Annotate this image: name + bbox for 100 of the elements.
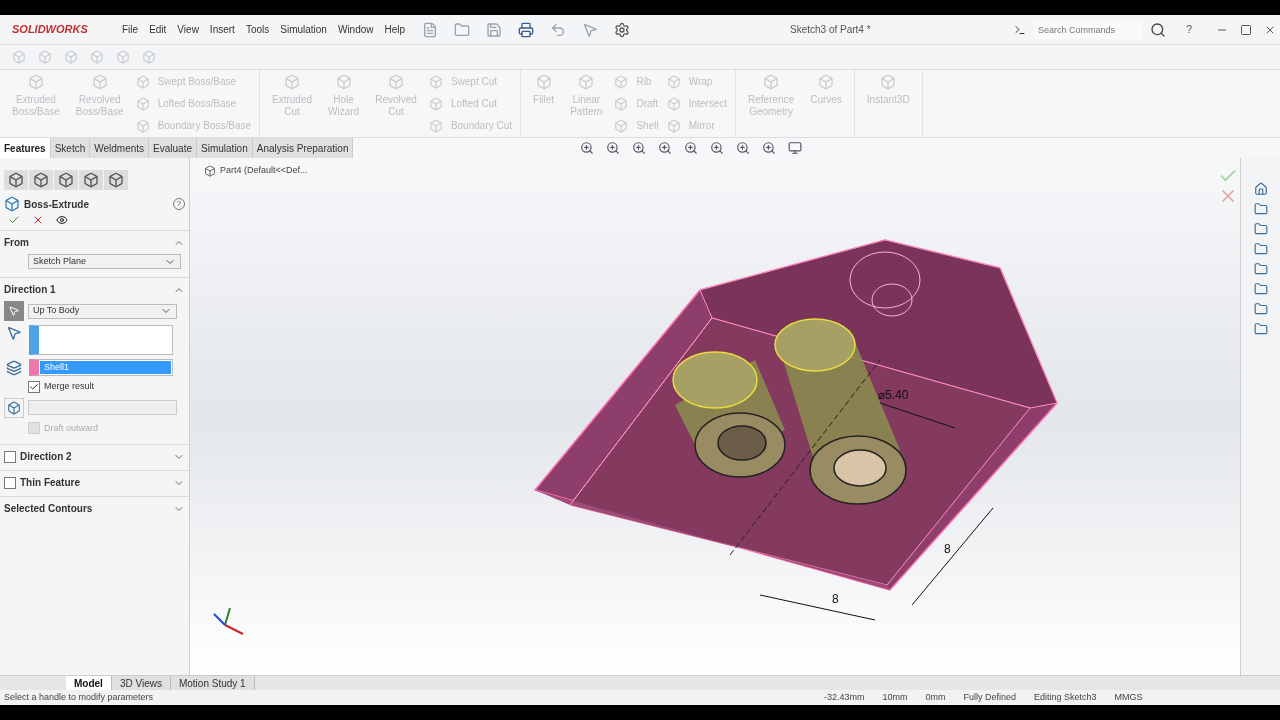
manager-tab-icon[interactable] (104, 170, 128, 190)
command-icon (1014, 23, 1026, 36)
checkbox-label: Merge result (44, 380, 95, 393)
feature-icon (428, 118, 443, 133)
display-icon[interactable] (788, 141, 802, 155)
feature-icon (763, 74, 780, 90)
feature-tree-root[interactable]: Part4 (Default<<Def... (220, 164, 308, 178)
search-field[interactable]: Search Commands (1034, 20, 1142, 39)
view-toolbar-icon[interactable] (658, 141, 672, 155)
new-document-icon[interactable] (422, 21, 438, 38)
feature-icon (614, 74, 629, 89)
menu-item[interactable]: File (118, 22, 143, 37)
feature-icon (880, 74, 897, 90)
feature-icon (428, 96, 443, 111)
feature-icon (135, 118, 150, 133)
checkbox[interactable] (4, 450, 16, 463)
section-header[interactable]: Direction 2 (0, 444, 189, 468)
dropdown[interactable]: Sketch Plane (28, 254, 181, 269)
part-icon (204, 164, 216, 177)
triad-icon (213, 607, 244, 635)
extrude-icon (4, 196, 20, 212)
view-toolbar-icon[interactable] (632, 141, 646, 155)
task-pane-icon[interactable] (1253, 322, 1268, 336)
bottom-tab[interactable]: Model (66, 675, 112, 691)
manager-tab-icon[interactable] (79, 170, 103, 190)
menu-item[interactable]: Window (333, 22, 378, 37)
menu-item[interactable]: Help (380, 22, 410, 37)
section-title: Selected Contours (4, 502, 93, 516)
open-icon[interactable] (454, 21, 470, 38)
feature-icon (91, 74, 108, 90)
menu-item[interactable]: Simulation (276, 22, 331, 37)
section-title: Thin Feature (20, 476, 80, 490)
checkbox[interactable] (4, 476, 16, 489)
dimension-label[interactable]: 8 (832, 592, 839, 606)
command-tab[interactable]: Features (0, 138, 51, 158)
task-pane-icon[interactable] (1253, 282, 1268, 296)
settings-icon[interactable] (614, 21, 630, 38)
menu-item[interactable]: Tools (241, 22, 274, 37)
command-tab[interactable]: Analysis Preparation (252, 138, 354, 158)
view-toolbar-icon[interactable] (684, 141, 698, 155)
preview-icon[interactable] (56, 214, 68, 226)
panel-title: Boss-Extrude (24, 197, 89, 212)
view-toolbar-icon[interactable] (710, 141, 724, 155)
print-icon[interactable] (518, 21, 534, 38)
dimension-label[interactable]: 8 (944, 542, 951, 556)
view-toolbar-icon[interactable] (736, 141, 750, 155)
bottom-tab[interactable]: 3D Views (111, 675, 171, 691)
task-pane-icon[interactable] (1253, 222, 1268, 236)
command-tab[interactable]: Evaluate (149, 138, 198, 158)
manager-tab-icon[interactable] (4, 170, 28, 190)
status-field: Fully Defined (954, 690, 1026, 705)
menu-item[interactable]: Edit (145, 22, 171, 37)
ok-icon[interactable] (8, 214, 20, 226)
checkbox[interactable] (28, 380, 40, 393)
status-field: Editing Sketch3 (1025, 690, 1106, 705)
task-pane-icon[interactable] (1253, 242, 1268, 256)
status-field: -32.43mm (815, 690, 874, 705)
select-icon[interactable] (582, 21, 598, 38)
view-toolbar-icon[interactable] (762, 141, 776, 155)
checkbox-label: Draft outward (44, 421, 99, 435)
search-icon (1150, 21, 1166, 38)
command-tab[interactable]: Weldments (90, 138, 150, 158)
menu-item[interactable]: View (173, 22, 203, 37)
selection-list[interactable] (29, 325, 173, 355)
status-field: 0mm (916, 690, 955, 705)
section-title: Direction 1 (4, 283, 56, 297)
cancel-icon[interactable] (32, 214, 44, 226)
manager-tab-icon[interactable] (54, 170, 78, 190)
command-tab[interactable]: Sketch (50, 138, 91, 158)
manager-tab-icon[interactable] (29, 170, 53, 190)
feature-icon (818, 74, 834, 90)
section-title: Direction 2 (20, 450, 72, 464)
direction-icon (6, 325, 22, 341)
feature-icon (535, 74, 552, 90)
feature-icon (666, 96, 681, 111)
task-pane-icon[interactable] (1253, 202, 1268, 216)
section-header[interactable]: Thin Feature (0, 470, 189, 494)
save-icon[interactable] (486, 21, 502, 38)
app-logo: SOLIDWORKS (11, 22, 89, 38)
draft-angle-field[interactable] (28, 400, 177, 415)
feature-icon (666, 74, 681, 89)
bottom-tab[interactable]: Motion Study 1 (170, 675, 255, 691)
restore-icon[interactable] (1240, 23, 1253, 36)
feature-icon (666, 118, 681, 133)
menu-item[interactable]: Insert (205, 22, 239, 37)
undo-icon[interactable] (550, 21, 566, 38)
feature-icon (614, 96, 629, 111)
section-header[interactable]: Selected Contours (0, 496, 189, 520)
dropdown[interactable]: Up To Body (28, 303, 177, 319)
home-icon[interactable] (1253, 182, 1268, 196)
reverse-direction-button[interactable] (4, 301, 24, 321)
status-message: Select a handle to modify parameters (3, 690, 155, 704)
command-tab[interactable]: Simulation (197, 138, 253, 158)
task-pane-icon[interactable] (1253, 302, 1268, 316)
view-toolbar-icon[interactable] (606, 141, 620, 155)
feature-icon (578, 74, 595, 90)
task-pane-icon[interactable] (1253, 262, 1268, 276)
view-toolbar-icon[interactable] (580, 141, 594, 155)
draft-button[interactable] (4, 397, 24, 418)
help-button[interactable]: ? (1186, 21, 1193, 38)
